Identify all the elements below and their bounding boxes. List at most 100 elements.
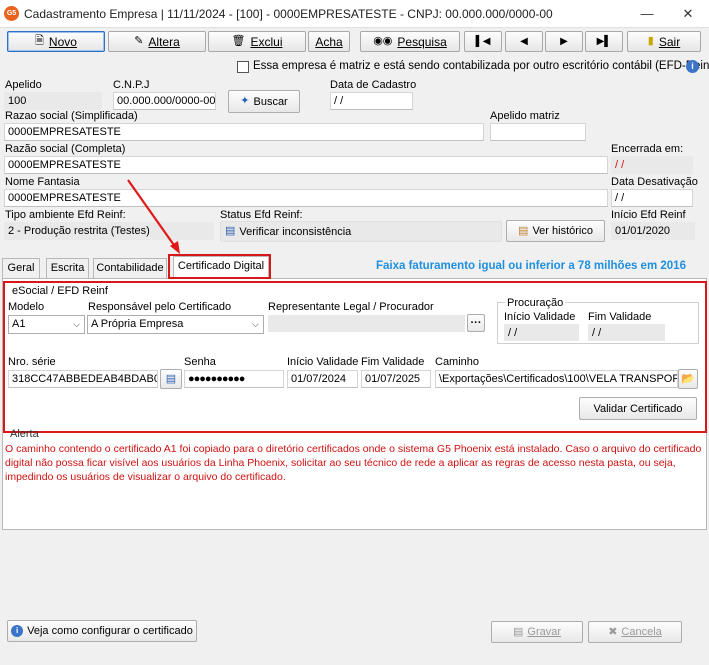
senha-field[interactable]: ●●●●●●●●●● xyxy=(184,370,284,388)
cancel-icon: ✖ xyxy=(608,625,618,638)
razao-completa-field[interactable]: 0000EMPRESATESTE xyxy=(4,156,608,174)
nome-fantasia-field[interactable]: 0000EMPRESATESTE xyxy=(4,189,608,207)
inicio-validade-label: Início Validade xyxy=(287,356,359,368)
razao-simplificada-field[interactable]: 0000EMPRESATESTE xyxy=(4,123,484,141)
sair-button[interactable]: ▮ Sair xyxy=(627,31,701,52)
certificate-icon: ▤ xyxy=(165,372,177,385)
fim-validade-field[interactable]: 01/07/2025 xyxy=(361,370,431,388)
proc-fim-field: / / xyxy=(588,324,665,341)
data-desativacao-label: Data Desativação xyxy=(611,176,698,188)
cancela-label: Cancela xyxy=(621,626,662,638)
tab-escrita[interactable]: Escrita xyxy=(46,258,89,278)
buscar-label: Buscar xyxy=(253,95,288,108)
modelo-select[interactable]: A1 ⌵ xyxy=(8,315,85,334)
exit-door-icon: ▮ xyxy=(647,35,654,47)
apelido-matriz-field[interactable] xyxy=(490,123,586,141)
chevron-down-icon: ⌵ xyxy=(252,319,259,329)
tab-contabilidade[interactable]: Contabilidade xyxy=(93,258,167,278)
proc-fim-label: Fim Validade xyxy=(588,311,652,323)
cancela-button[interactable]: ✖ Cancela xyxy=(588,621,682,643)
next-record-button[interactable]: ▶ xyxy=(545,31,583,52)
info-icon: i xyxy=(11,625,24,637)
procuracao-label: Procuração xyxy=(505,297,566,309)
buscar-button[interactable]: ✦ Buscar xyxy=(228,90,300,113)
encerrada-field: / / xyxy=(611,156,693,174)
inicio-efd-field: 01/01/2020 xyxy=(611,222,695,240)
novo-label: Novo xyxy=(48,34,77,49)
select-certificate-button[interactable]: ▤ xyxy=(160,369,182,389)
folder-open-icon: 📂 xyxy=(681,372,695,385)
tipo-ambiente-label: Tipo ambiente Efd Reinf: xyxy=(5,209,126,221)
data-cadastro-field[interactable]: / / xyxy=(330,92,413,110)
last-record-button[interactable]: ▶▌ xyxy=(585,31,623,52)
trash-icon: 🗑 xyxy=(231,35,246,47)
books-icon: ▤ xyxy=(518,224,529,237)
data-desativacao-field[interactable]: / / xyxy=(611,189,693,207)
caminho-label: Caminho xyxy=(435,356,480,368)
ver-historico-label: Ver histórico xyxy=(532,225,593,237)
cnpj-label: C.N.P.J xyxy=(113,79,150,91)
apelido-field[interactable]: 100 xyxy=(4,92,102,110)
matriz-checkbox[interactable] xyxy=(237,61,249,73)
last-icon: ▶▌ xyxy=(596,35,612,47)
first-record-button[interactable]: ▌◀ xyxy=(464,31,502,52)
cnpj-field[interactable]: 00.000.000/0000-00 xyxy=(113,92,216,110)
pesquisa-button[interactable]: ◉◉ Pesquisa xyxy=(360,31,460,52)
altera-button[interactable]: ✎ Altera xyxy=(108,31,206,52)
tab-geral[interactable]: Geral xyxy=(2,258,40,278)
representante-browse-button[interactable]: ··· xyxy=(467,314,485,332)
nro-serie-field[interactable]: 318CC47ABBEDEAB4BDAB0E xyxy=(8,370,158,388)
apelido-label: Apelido xyxy=(5,79,42,91)
gravar-button[interactable]: ▤ Gravar xyxy=(491,621,583,643)
minimize-icon[interactable]: — xyxy=(634,4,660,24)
matriz-checkbox-label: Essa empresa é matriz e está sendo conta… xyxy=(253,60,709,72)
veja-label: Veja como configurar o certificado xyxy=(27,625,193,637)
previous-record-button[interactable]: ◀ xyxy=(505,31,543,52)
tab-highlight-box xyxy=(168,254,271,279)
razao-completa-label: Razão social (Completa) xyxy=(5,143,126,155)
save-icon: ▤ xyxy=(512,625,524,638)
ver-historico-button[interactable]: ▤ Ver histórico xyxy=(506,220,605,242)
edit-icon: ✎ xyxy=(134,35,144,47)
data-cadastro-label: Data de Cadastro xyxy=(330,79,417,91)
proc-inicio-label: Início Validade xyxy=(504,311,576,323)
inicio-efd-label: Início Efd Reinf xyxy=(611,209,686,221)
inicio-validade-field[interactable]: 01/07/2024 xyxy=(287,370,358,388)
veja-como-configurar-button[interactable]: i Veja como configurar o certificado xyxy=(7,620,197,642)
tipo-ambiente-field: 2 - Produção restrita (Testes) xyxy=(4,222,214,240)
pesquisa-label: Pesquisa xyxy=(397,34,447,49)
more-dots-icon: ··· xyxy=(470,317,482,329)
new-document-icon: 🗎 xyxy=(35,35,44,47)
senha-label: Senha xyxy=(184,356,216,368)
gravar-label: Gravar xyxy=(527,626,562,638)
search-person-icon: ✦ xyxy=(240,95,250,107)
faixa-faturamento-text: Faixa faturamento igual ou inferior a 78… xyxy=(376,260,686,272)
validar-certificado-button[interactable]: Validar Certificado xyxy=(579,397,697,420)
browse-folder-button[interactable]: 📂 xyxy=(678,369,698,389)
esocial-section-label: eSocial / EFD Reinf xyxy=(12,285,108,297)
altera-label: Altera xyxy=(148,34,180,49)
window-title: Cadastramento Empresa | 11/11/2024 - [10… xyxy=(24,7,553,21)
modelo-value: A1 xyxy=(12,318,26,330)
responsavel-select[interactable]: A Própria Empresa ⌵ xyxy=(87,315,264,334)
sair-label: Sair xyxy=(658,34,681,49)
next-icon: ▶ xyxy=(560,35,568,47)
nome-fantasia-label: Nome Fantasia xyxy=(5,176,80,188)
close-icon[interactable]: ✕ xyxy=(675,4,701,24)
info-icon[interactable]: i xyxy=(686,60,699,73)
representante-field xyxy=(268,315,465,332)
fim-validade-label: Fim Validade xyxy=(361,356,425,368)
first-icon: ▌◀ xyxy=(475,35,491,47)
verificar-inconsistencia-button[interactable]: ▤ Verificar inconsistência xyxy=(220,221,502,242)
responsavel-value: A Própria Empresa xyxy=(91,318,184,330)
novo-button[interactable]: 🗎 Novo xyxy=(7,31,105,52)
verificar-label: Verificar inconsistência xyxy=(239,225,352,238)
encerrada-label: Encerrada em: xyxy=(611,143,684,155)
representante-label: Representante Legal / Procurador xyxy=(268,301,434,313)
caminho-field[interactable]: \Exportações\Certificados\100\VELA TRANS… xyxy=(435,370,678,388)
binoculars-icon: ◉◉ xyxy=(373,35,393,47)
exclui-button[interactable]: 🗑 Exclui xyxy=(208,31,306,52)
acha-button[interactable]: Acha xyxy=(308,31,350,52)
alerta-label: Alerta xyxy=(10,428,39,440)
exclui-label: Exclui xyxy=(250,34,283,49)
